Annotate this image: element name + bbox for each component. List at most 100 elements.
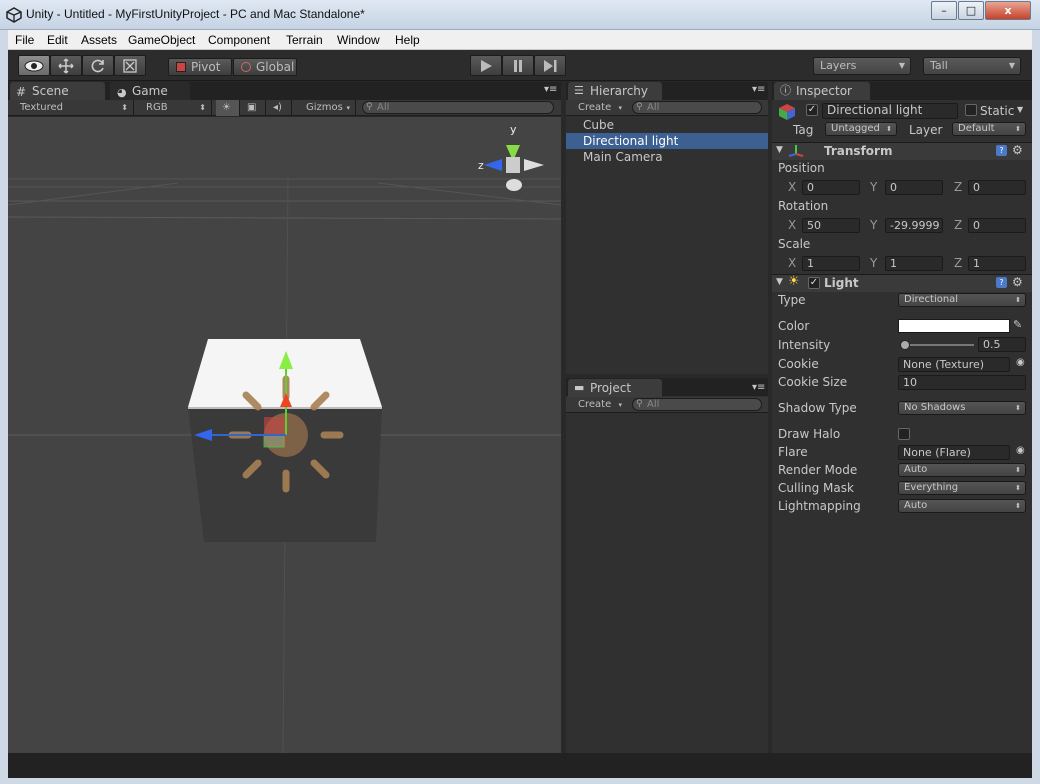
tab-scene[interactable]: # Scene (10, 82, 105, 100)
type-dropdown[interactable]: Directional ⬍ (898, 293, 1026, 307)
hierarchy-search-input[interactable]: ⚲ All (632, 101, 762, 114)
intensity-slider-handle[interactable] (900, 340, 910, 350)
object-name-input[interactable]: Directional light (822, 103, 958, 119)
object-picker-icon[interactable]: ◉ (1016, 357, 1025, 368)
status-bar (8, 753, 1032, 778)
grid-icon: # (16, 85, 27, 99)
dropdown-arrow-icon: ▾ (618, 401, 622, 409)
panel-menu-icon[interactable]: ▾≡ (752, 84, 765, 95)
tag-dropdown[interactable]: Untagged ⬍ (825, 122, 897, 136)
menu-assets[interactable]: Assets (81, 33, 117, 47)
tab-game[interactable]: ◕ Game (110, 82, 190, 100)
rotation-x-input[interactable]: 50 (802, 218, 860, 233)
foldout-arrow-icon[interactable]: ▼ (776, 277, 783, 287)
menu-edit[interactable]: Edit (47, 33, 68, 47)
color-mode-dropdown[interactable]: RGB ⬍ (140, 100, 212, 116)
position-x-input[interactable]: 0 (802, 180, 860, 195)
tab-hierarchy[interactable]: ☰ Hierarchy (568, 82, 662, 100)
scene-audio-toggle[interactable]: ◂) (267, 100, 292, 116)
intensity-slider-track[interactable] (902, 344, 974, 346)
help-icon[interactable]: ? (996, 277, 1007, 288)
play-button[interactable] (470, 55, 502, 76)
scale-x-input[interactable]: 1 (802, 256, 860, 271)
step-button[interactable] (534, 55, 566, 76)
move-tool-button[interactable] (50, 55, 82, 76)
render-mode-dropdown[interactable]: Textured ⬍ (14, 100, 134, 116)
color-swatch[interactable] (898, 319, 1010, 333)
lightmapping-value: Auto (904, 500, 928, 511)
rotate-icon (91, 59, 104, 73)
rotation-z-input[interactable]: 0 (968, 218, 1026, 233)
scene-search-input[interactable]: ⚲ All (362, 101, 554, 114)
render-mode-dropdown[interactable]: Auto ⬍ (898, 463, 1026, 477)
minimize-button[interactable]: – (931, 1, 957, 20)
menu-component[interactable]: Component (208, 33, 270, 47)
maximize-button[interactable]: □ (958, 1, 984, 20)
menu-help[interactable]: Help (395, 33, 420, 47)
project-create-dropdown[interactable]: Create ▾ (572, 397, 624, 413)
gear-icon[interactable]: ⚙ (1012, 143, 1023, 157)
cookie-size-label: Cookie Size (778, 375, 848, 389)
rotation-y-input[interactable]: -29.9999 (885, 218, 943, 233)
rotate-tool-button[interactable] (82, 55, 114, 76)
scale-z-input[interactable]: 1 (968, 256, 1026, 271)
panel-menu-icon[interactable]: ▾≡ (544, 84, 557, 95)
render-mode-label: Render Mode (778, 463, 858, 477)
static-checkbox[interactable] (965, 104, 977, 116)
draw-halo-checkbox[interactable] (898, 428, 910, 440)
scene-viewport[interactable]: y z (8, 117, 561, 753)
global-toggle[interactable]: Global (233, 58, 297, 76)
info-icon: ⓘ (780, 84, 791, 97)
hierarchy-item-directional-light[interactable]: Directional light (566, 133, 768, 149)
active-checkbox[interactable]: ✓ (806, 104, 818, 116)
culling-mask-dropdown[interactable]: Everything ⬍ (898, 481, 1026, 495)
light-enabled-checkbox[interactable]: ✓ (808, 277, 820, 289)
dropdown-arrow-icon: ▼ (898, 61, 905, 70)
static-dropdown-icon[interactable]: ▼ (1017, 105, 1023, 114)
close-button[interactable]: x (985, 1, 1031, 20)
flare-field[interactable]: None (Flare) (898, 445, 1010, 460)
scene-lighting-toggle[interactable]: ☀ (216, 100, 240, 116)
layers-dropdown[interactable]: Layers ▼ (813, 57, 911, 75)
position-y-input[interactable]: 0 (885, 180, 943, 195)
tab-project[interactable]: ▬ Project (568, 379, 662, 397)
transform-title: Transform (824, 144, 893, 158)
pivot-toggle[interactable]: Pivot (168, 58, 232, 76)
menu-file[interactable]: File (15, 33, 34, 47)
eyedropper-icon[interactable]: ✎ (1013, 318, 1022, 331)
layout-dropdown[interactable]: Tall ▼ (923, 57, 1021, 75)
hierarchy-item-main-camera[interactable]: Main Camera (566, 149, 768, 165)
layer-dropdown[interactable]: Default ⬍ (952, 122, 1026, 136)
hierarchy-create-dropdown[interactable]: Create ▾ (572, 100, 624, 116)
foldout-arrow-icon[interactable]: ▼ (776, 145, 783, 155)
scale-tool-button[interactable] (114, 55, 146, 76)
cookie-size-input[interactable]: 10 (898, 375, 1026, 390)
tab-scene-label: Scene (32, 84, 69, 98)
object-picker-icon[interactable]: ◉ (1016, 445, 1025, 456)
menu-window[interactable]: Window (337, 33, 380, 47)
cookie-field[interactable]: None (Texture) (898, 357, 1010, 372)
gizmos-dropdown[interactable]: Gizmos ▾ (300, 100, 356, 116)
shadow-type-dropdown[interactable]: No Shadows ⬍ (898, 401, 1026, 415)
intensity-input[interactable]: 0.5 (978, 337, 1026, 352)
transform-axes-icon (788, 145, 804, 157)
panel-menu-icon[interactable]: ▾≡ (752, 382, 765, 393)
pause-button[interactable] (502, 55, 534, 76)
lightmapping-dropdown[interactable]: Auto ⬍ (898, 499, 1026, 513)
menu-gameobject[interactable]: GameObject (128, 33, 195, 47)
transform-header[interactable] (772, 142, 1032, 160)
play-icon (481, 60, 492, 72)
view-tool-button[interactable] (18, 55, 50, 76)
menu-terrain[interactable]: Terrain (286, 33, 323, 47)
folder-icon: ▬ (574, 381, 585, 394)
tab-inspector[interactable]: ⓘ Inspector (774, 82, 870, 100)
scale-y-input[interactable]: 1 (885, 256, 943, 271)
project-search-input[interactable]: ⚲ All (632, 398, 762, 411)
dropdown-arrow-icon: ⬍ (1015, 502, 1021, 510)
scene-image-toggle[interactable]: ▣ (241, 100, 266, 116)
help-icon[interactable]: ? (996, 145, 1007, 156)
gear-icon[interactable]: ⚙ (1012, 275, 1023, 289)
position-z-input[interactable]: 0 (968, 180, 1026, 195)
position-z-label: Z (954, 180, 963, 194)
hierarchy-item-cube[interactable]: Cube (566, 117, 768, 133)
